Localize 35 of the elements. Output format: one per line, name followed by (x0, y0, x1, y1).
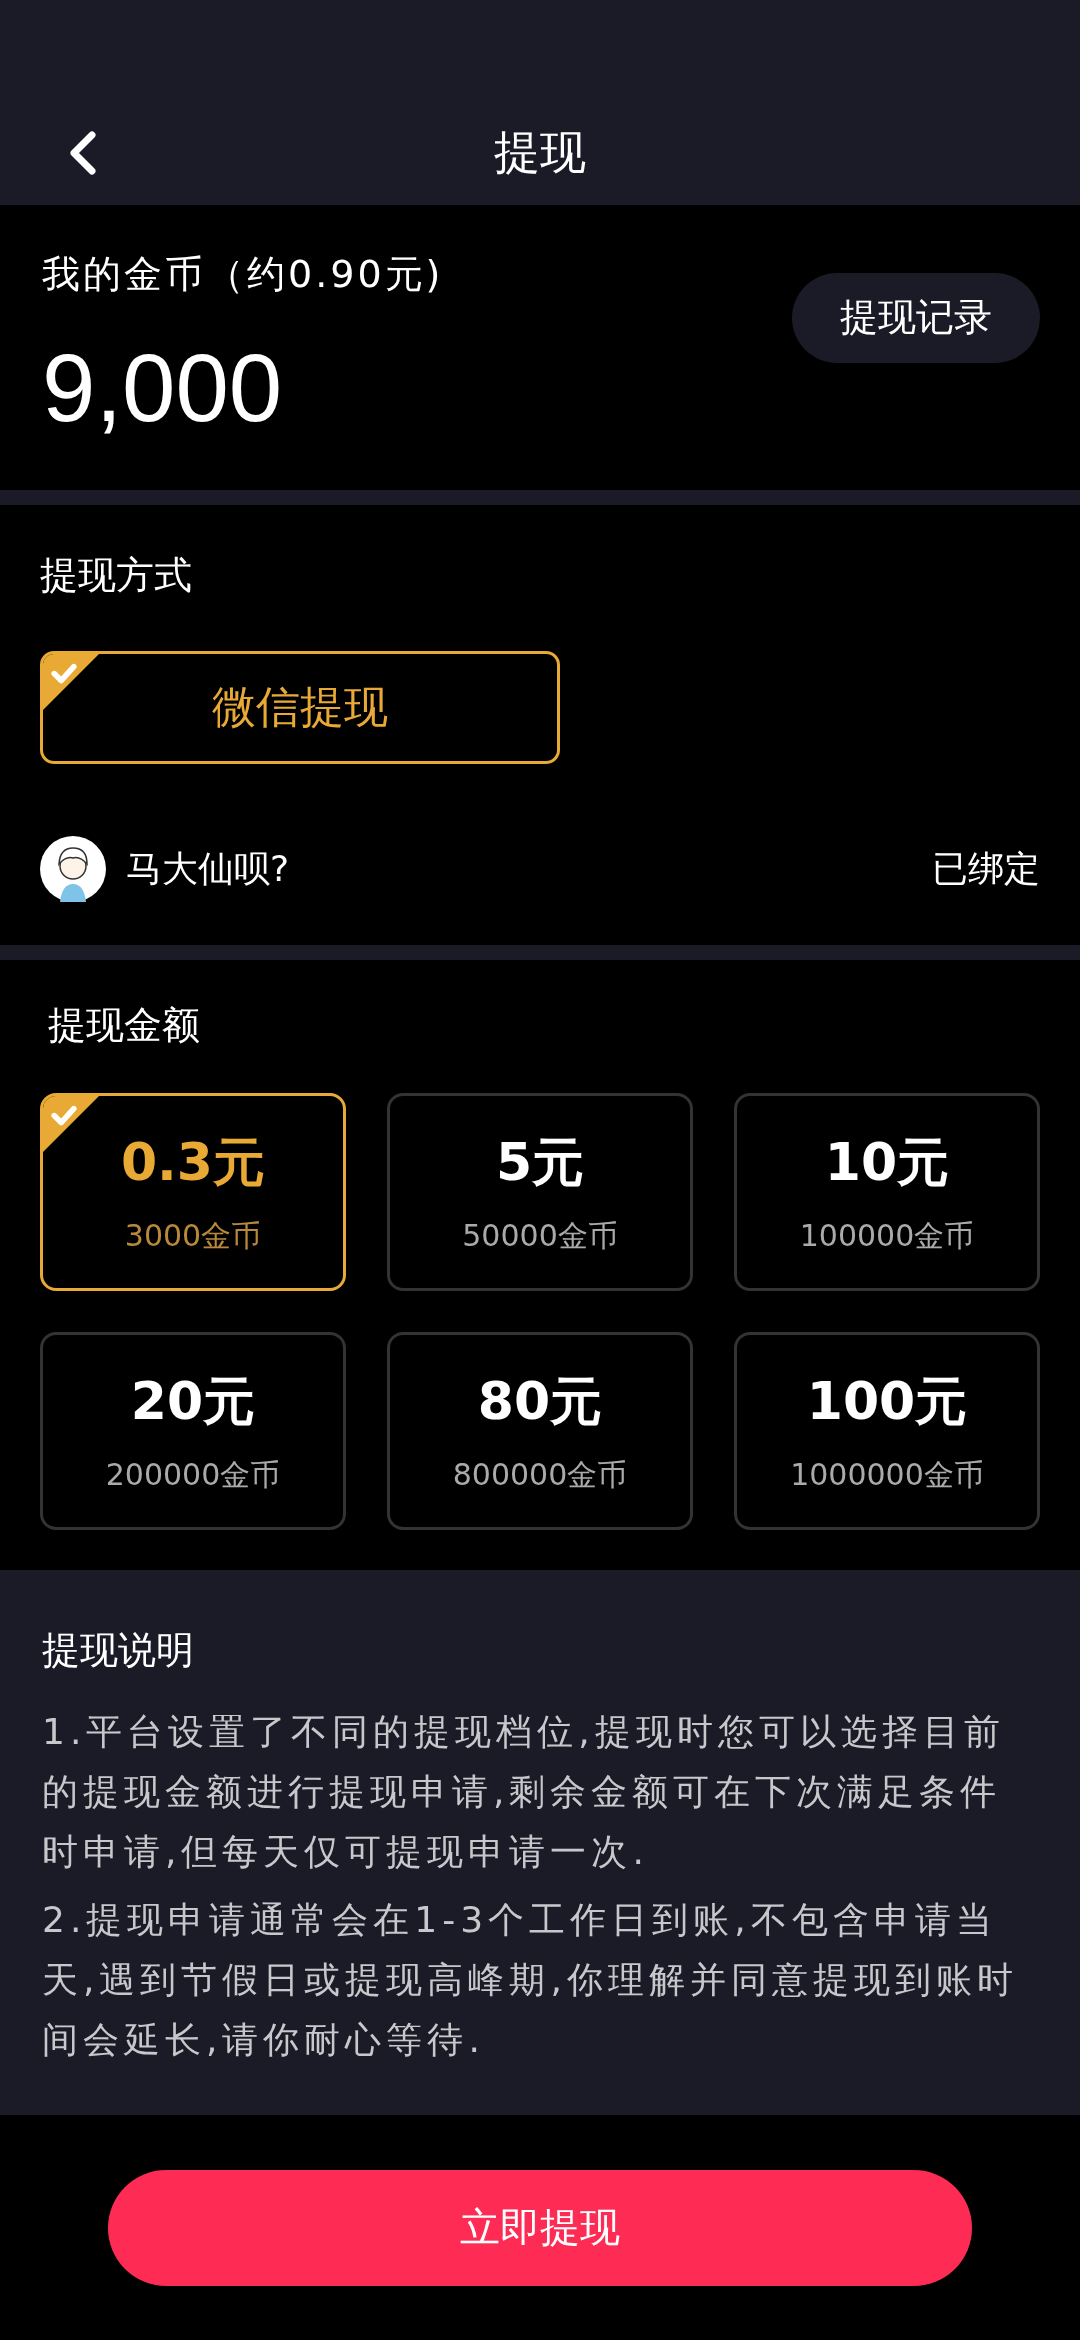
section-title: 提现方式 (40, 552, 193, 599)
account-name: 马大仙呗? (126, 846, 291, 891)
back-icon[interactable] (68, 130, 98, 175)
check-corner-icon (43, 654, 99, 710)
amount-option[interactable]: 10元 100000金币 (734, 1093, 1040, 1291)
avatar-icon (40, 836, 106, 902)
binding-status: 已绑定 (932, 846, 1040, 891)
amount-value: 0.3元 (120, 1130, 266, 1194)
amount-value: 20元 (130, 1369, 256, 1433)
amount-coins: 1000000金币 (790, 1455, 984, 1494)
coins-label: 我的金币（约0.90元) (42, 251, 444, 298)
amount-coins: 100000金币 (799, 1216, 975, 1255)
amount-option[interactable]: 0.3元 3000金币 (40, 1093, 346, 1291)
section-title: 提现说明 (42, 1627, 195, 1674)
amount-option[interactable]: 20元 200000金币 (40, 1332, 346, 1530)
check-corner-icon (43, 1096, 99, 1152)
note-paragraph: 1.平台设置了不同的提现档位,提现时您可以选择目前的提现金额进行提现申请,剩余金额可在下次满足条件时申请,但每天仅可提现申请一次. (42, 1710, 1006, 1874)
history-button[interactable]: 提现记录 (792, 272, 1040, 363)
coins-amount: 9,000 (42, 340, 284, 436)
amount-option[interactable]: 100元 1000000金币 (734, 1332, 1040, 1530)
amount-coins: 800000金币 (452, 1455, 628, 1494)
amount-value: 10元 (824, 1130, 950, 1194)
amount-option[interactable]: 80元 800000金币 (387, 1332, 693, 1530)
amount-option[interactable]: 5元 50000金币 (387, 1093, 693, 1291)
amount-coins: 3000金币 (124, 1216, 262, 1255)
amount-coins: 200000金币 (105, 1455, 281, 1494)
amount-coins: 50000金币 (462, 1216, 618, 1255)
withdraw-method-option[interactable]: 微信提现 (40, 651, 560, 764)
amount-value: 100元 (806, 1369, 968, 1433)
amount-value: 80元 (477, 1369, 603, 1433)
note-paragraph: 2.提现申请通常会在1-3个工作日到账,不包含申请当天,遇到节假日或提现高峰期,你理解并同意提现到账时间会延长,请你耐心等待. (42, 1898, 1019, 2062)
page-title: 提现 (494, 123, 586, 181)
amount-value: 5元 (495, 1130, 585, 1194)
withdraw-button[interactable]: 立即提现 (108, 2169, 972, 2286)
section-title: 提现金额 (48, 1002, 201, 1049)
